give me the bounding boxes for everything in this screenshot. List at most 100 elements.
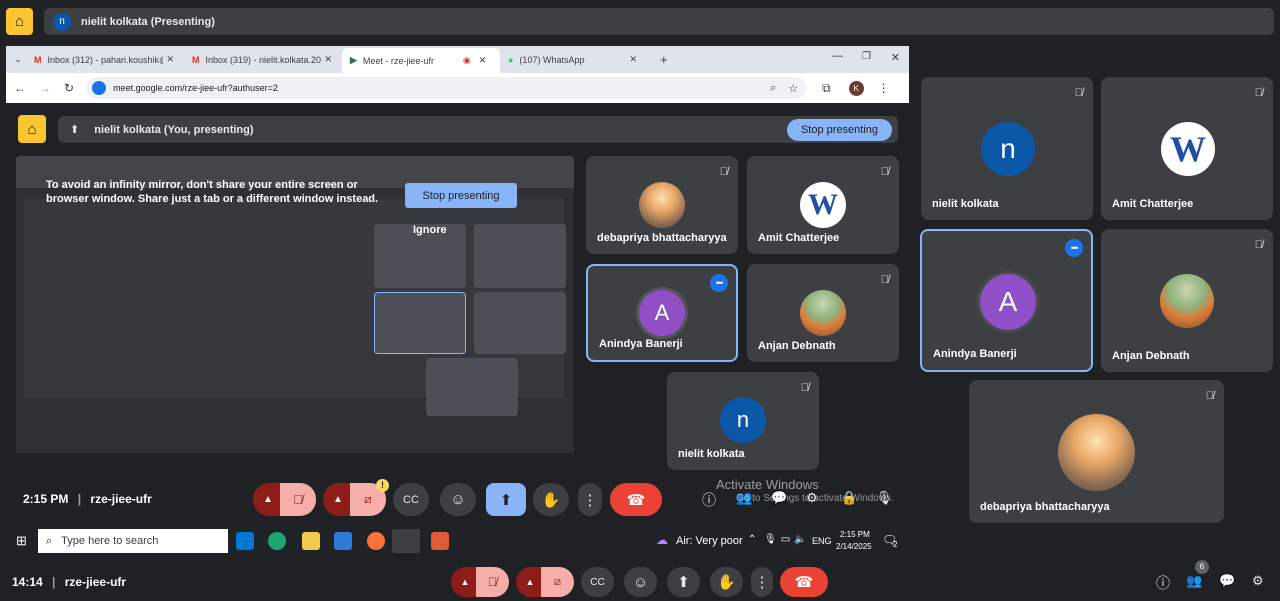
close-icon[interactable]: ✕ (629, 54, 637, 65)
emoji-button[interactable]: ☺ (624, 567, 657, 597)
profile-avatar[interactable]: K (848, 80, 864, 96)
captions-button[interactable]: CC (393, 483, 429, 516)
avatar (1160, 274, 1214, 328)
end-call-button[interactable]: ☎ (610, 483, 662, 516)
more-options-icon[interactable]: ••• (710, 274, 728, 292)
captions-button[interactable]: CC (581, 567, 614, 597)
taskbar-search[interactable]: ⌕ Type here to search (38, 529, 228, 553)
chat-icon[interactable]: 💬 (1219, 573, 1235, 589)
mic-toggle-button[interactable]: 🎙̸ (476, 567, 509, 597)
participant-name: Anjan Debnath (758, 340, 836, 352)
more-options-button[interactable]: ⋮ (751, 567, 773, 597)
chrome-icon[interactable] (392, 529, 420, 553)
tile-anindya[interactable]: ••• A Anindya Banerji (920, 229, 1093, 372)
activities-icon[interactable]: ⚙ (1252, 573, 1264, 589)
tile-nielit[interactable]: 🎙̸ n nielit kolkata (921, 77, 1093, 220)
inner-tile-anindya[interactable]: ••• A Anindya Banerji (586, 264, 738, 362)
language-label[interactable]: ENG (812, 536, 832, 546)
edge-icon[interactable] (268, 532, 286, 550)
emoji-button[interactable]: ☺ (440, 483, 476, 516)
site-info-icon[interactable] (92, 81, 107, 95)
mirror-ignore-button[interactable]: Ignore (413, 224, 447, 236)
meet-icon: ▶ (350, 55, 357, 65)
meet-logo: ⌂ (6, 8, 33, 35)
inner-presenting-banner: ⬆ nielit kolkata (You, presenting) Stop … (58, 116, 898, 143)
tab-list-icon[interactable]: ⌄ (10, 54, 26, 65)
participant-name: debapriya bhattacharyya (597, 232, 727, 244)
warning-badge-icon: ! (376, 479, 389, 492)
more-options-icon[interactable]: ••• (1065, 239, 1083, 257)
meeting-code: rze-jiee-ufr (90, 492, 152, 506)
menu-icon[interactable]: ⋮ (878, 81, 890, 95)
present-button[interactable]: ⬆ (667, 567, 700, 597)
windows-start-icon[interactable]: ⊞ (16, 533, 27, 549)
app-icon[interactable] (431, 532, 449, 550)
camera-options-button[interactable]: ▲ (323, 483, 353, 516)
explorer-icon[interactable] (302, 532, 320, 550)
weather-label: Air: Very poor (676, 535, 743, 547)
forward-icon[interactable]: → (39, 81, 51, 95)
stop-presenting-button[interactable]: Stop presenting (786, 118, 892, 141)
present-button[interactable]: ⬆ (486, 483, 526, 516)
avatar (1058, 414, 1135, 491)
tab-gmail-2[interactable]: M Inbox (319) - nielit.kolkata.2020 ✕ (184, 49, 342, 71)
extensions-icon[interactable]: ⧉ (822, 81, 831, 96)
window-close-icon[interactable]: ✕ (891, 51, 900, 64)
clock-date[interactable]: 2/14/2025 (836, 542, 872, 551)
close-icon[interactable]: ✕ (167, 54, 175, 65)
mic-options-button[interactable]: ▲ (253, 483, 283, 516)
info-icon[interactable]: ⓘ (702, 490, 716, 510)
close-icon[interactable]: ✕ (479, 55, 487, 66)
end-call-button[interactable]: ☎ (780, 567, 828, 597)
url-field[interactable]: meet.google.com/rze-jiee-ufr?authuser=2 … (86, 77, 807, 99)
minimize-icon[interactable]: — (832, 50, 843, 62)
inner-tile-nielit[interactable]: 🎙̸ n nielit kolkata (667, 372, 819, 470)
reload-icon[interactable]: ↻ (64, 81, 74, 95)
tile-debapriya[interactable]: 🎙̸ debapriya bhattacharyya (969, 380, 1224, 523)
presenting-banner-text: nielit kolkata (Presenting) (81, 15, 215, 28)
avatar: W (1161, 122, 1215, 176)
avatar: W (800, 182, 846, 228)
tile-anjan[interactable]: 🎙̸ Anjan Debnath (1101, 229, 1273, 372)
avatar (639, 182, 685, 228)
mic-toggle-button[interactable]: 🎙̸ (280, 483, 316, 516)
tile-amit[interactable]: 🎙̸ W Amit Chatterjee (1101, 77, 1273, 220)
mic-off-icon: 🎙̸ (1074, 87, 1083, 99)
store-icon[interactable] (236, 532, 254, 550)
more-options-button[interactable]: ⋮ (578, 483, 602, 516)
mail-icon[interactable] (334, 532, 352, 550)
firefox-icon[interactable] (367, 532, 385, 550)
participant-name: Anindya Banerji (599, 338, 683, 350)
people-icon[interactable]: 👥 (1186, 573, 1202, 589)
mic-options-button[interactable]: ▲ (451, 567, 479, 597)
avatar: n (981, 122, 1035, 176)
mirror-stop-presenting-button[interactable]: Stop presenting (405, 183, 517, 208)
restore-icon[interactable]: ❐ (862, 51, 871, 62)
tab-meet[interactable]: ▶ Meet - rze-jiee-ufr ◉ ✕ (342, 48, 500, 73)
zoom-icon[interactable]: ⌕ (770, 82, 776, 95)
activate-windows-title: Activate Windows (716, 477, 819, 492)
mic-off-icon: 🎙̸ (880, 274, 889, 286)
camera-toggle-button[interactable]: ⧄ (541, 567, 574, 597)
meeting-time: 2:15 PM | rze-jiee-ufr (23, 492, 152, 506)
inner-tile-anjan[interactable]: 🎙̸ Anjan Debnath (747, 264, 899, 362)
search-placeholder: Type here to search (61, 535, 159, 547)
camera-options-button[interactable]: ▲ (516, 567, 544, 597)
back-icon[interactable]: ← (14, 81, 26, 95)
close-icon[interactable]: ✕ (325, 54, 333, 65)
tab-gmail-1[interactable]: M Inbox (312) - pahari.koushik@g ✕ (26, 49, 184, 71)
inner-tile-debapriya[interactable]: 🎙̸ debapriya bhattacharyya (586, 156, 738, 254)
raise-hand-button[interactable]: ✋ (533, 483, 569, 516)
inner-tile-amit[interactable]: 🎙̸ W Amit Chatterjee (747, 156, 899, 254)
address-bar: ← → ↻ meet.google.com/rze-jiee-ufr?authu… (6, 73, 909, 103)
participant-name: Anjan Debnath (1112, 350, 1190, 362)
url-text: meet.google.com/rze-jiee-ufr?authuser=2 (113, 83, 278, 93)
bookmark-icon[interactable]: ☆ (788, 82, 798, 95)
raise-hand-button[interactable]: ✋ (710, 567, 743, 597)
new-tab-icon[interactable]: + (660, 52, 668, 67)
participant-name: nielit kolkata (932, 198, 999, 210)
info-icon[interactable]: ⓘ (1156, 573, 1170, 593)
tab-whatsapp[interactable]: ● (107) WhatsApp ✕ (500, 49, 650, 71)
clock-time[interactable]: 2:15 PM (840, 530, 870, 539)
tray-chevron-icon[interactable]: ⌃ (748, 534, 756, 545)
